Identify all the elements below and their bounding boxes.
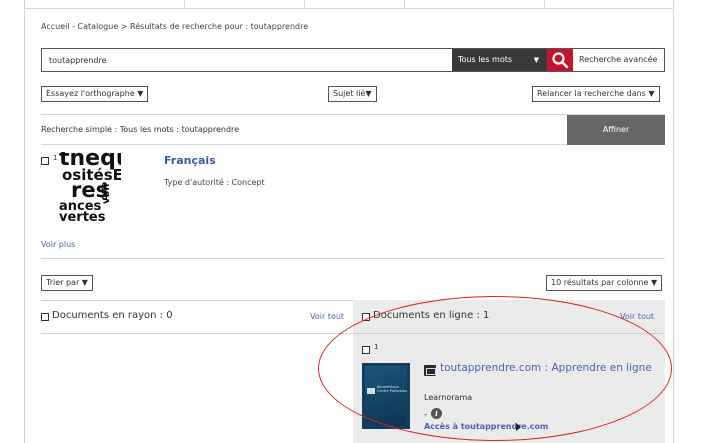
subject-select[interactable]: Sujet lié▼ [328, 86, 377, 102]
shelf-documents-checkbox[interactable] [41, 313, 49, 321]
online-result-thumbnail[interactable]: Bibliothèque Centre Pompidou [362, 363, 410, 429]
spelling-select[interactable]: Essayez l'orthographe ▼ [41, 86, 149, 102]
per-column-select[interactable]: 10 résultats par colonne ▼ [546, 275, 663, 291]
divider [41, 333, 353, 334]
chevron-down-icon: ▼ [137, 89, 144, 98]
simple-search-bar: Recherche simple : Tous les mots : touta… [41, 114, 665, 145]
authority-checkbox[interactable] [41, 157, 49, 165]
top-tabs-line [24, 0, 674, 9]
access-link[interactable]: Accès à toutapprendre.com [424, 422, 548, 431]
arrow-right-icon [516, 423, 521, 431]
spelling-select-label: Essayez l'orthographe [46, 89, 135, 98]
chevron-down-icon: ▼ [648, 89, 655, 98]
breadcrumb: Accueil - Catalogue > Résultats de reche… [41, 22, 309, 31]
authority-title-link[interactable]: Français [164, 154, 216, 167]
search-bar: Tous les mots ▼ Recherche avancée [41, 48, 665, 72]
search-mode-select[interactable]: Tous les mots ▼ [452, 49, 547, 71]
online-result-checkbox[interactable] [362, 346, 370, 354]
online-result-title-link[interactable]: toutapprendre.com : Apprendre en ligne [440, 362, 660, 374]
authority-image: tnequ ositésE res ances vertes voir exb [59, 152, 121, 229]
authority-type: Type d'autorité : Concept [164, 178, 265, 187]
online-result-index: 1 [374, 343, 379, 351]
online-see-all-link[interactable]: Voir tout [620, 312, 654, 321]
see-more-link[interactable]: Voir plus [41, 240, 75, 249]
divider [41, 258, 665, 259]
magnifier-icon [552, 52, 569, 69]
refine-in-select-label: Relancer la recherche dans [537, 89, 646, 98]
per-column-select-label: 10 résultats par colonne [551, 278, 649, 287]
chevron-down-icon: ▼ [650, 278, 658, 287]
search-input[interactable] [42, 49, 452, 71]
refine-in-select[interactable]: Relancer la recherche dans ▼ [532, 86, 660, 102]
online-documents-title: Documents en ligne : 1 [373, 310, 490, 321]
subject-select-label: Sujet lié [333, 89, 366, 98]
refine-button[interactable]: Affiner [567, 115, 665, 145]
advanced-search-link[interactable]: Recherche avancée [579, 49, 657, 71]
info-icon[interactable]: i [431, 408, 442, 419]
search-mode-label: Tous les mots [458, 55, 513, 64]
sort-select[interactable]: Trier par ▼ [41, 275, 93, 291]
online-result-dash: - [424, 410, 427, 419]
divider [353, 333, 665, 334]
shelf-documents-title: Documents en rayon : 0 [52, 310, 173, 321]
online-result-author: Learnorama [424, 393, 473, 402]
ebook-icon [424, 365, 436, 376]
divider [41, 300, 353, 301]
thumbnail-caption: Bibliothèque Centre Pompidou [377, 385, 408, 393]
search-button[interactable] [547, 49, 573, 71]
online-documents-checkbox[interactable] [362, 313, 370, 321]
shelf-see-all-link[interactable]: Voir tout [310, 312, 344, 321]
sort-select-label: Trier par [46, 278, 80, 287]
chevron-down-icon: ▼ [533, 56, 539, 64]
authority-index: 1 [53, 154, 58, 162]
chevron-down-icon: ▼ [81, 278, 88, 287]
simple-search-label: Recherche simple : Tous les mots : touta… [41, 125, 240, 134]
chevron-down-icon: ▼ [365, 89, 372, 98]
